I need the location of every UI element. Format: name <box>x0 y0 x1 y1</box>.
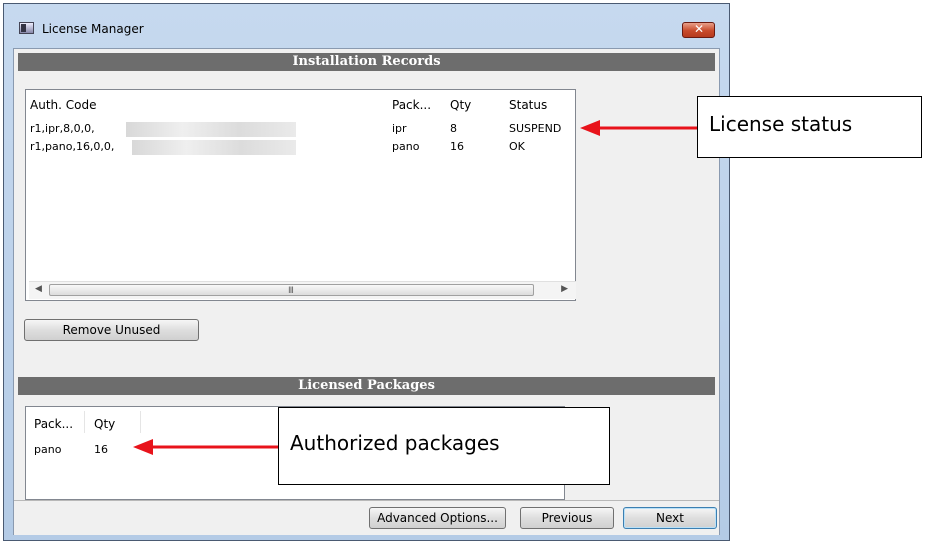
authorized-packages-arrow <box>133 439 278 455</box>
license-status-arrow <box>580 120 697 136</box>
annotation-arrows <box>133 120 697 455</box>
